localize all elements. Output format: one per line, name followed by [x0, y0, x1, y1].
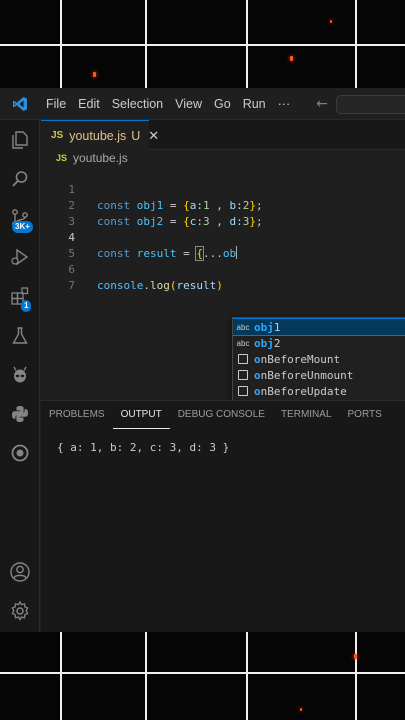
javascript-file-icon: JS: [56, 153, 68, 163]
run-debug-icon[interactable]: [0, 239, 40, 275]
symbol-box-icon: [235, 383, 251, 399]
explorer-icon[interactable]: [0, 122, 40, 158]
settings-gear-icon[interactable]: [0, 593, 40, 629]
breadcrumb-filename: youtube.js: [73, 151, 128, 165]
suggestion-item[interactable]: onBeforeUnmount: [233, 367, 405, 383]
grid-line: [355, 632, 357, 720]
menu-view[interactable]: View: [169, 88, 208, 120]
command-center-search[interactable]: [336, 95, 405, 114]
menu-selection[interactable]: Selection: [106, 88, 169, 120]
background-bottom: [0, 632, 405, 720]
spark: [330, 20, 332, 23]
menu-edit[interactable]: Edit: [72, 88, 106, 120]
suggestion-label: obj1: [254, 320, 281, 334]
line-number: 7: [68, 279, 75, 292]
spark: [354, 654, 357, 659]
panel-tabs: PROBLEMS OUTPUT DEBUG CONSOLE TERMINAL P…: [41, 401, 390, 429]
bottom-panel: PROBLEMS OUTPUT DEBUG CONSOLE TERMINAL P…: [41, 400, 405, 632]
output-text: { a: 1, b: 2, c: 3, d: 3 }: [57, 441, 230, 454]
abc-icon: abc: [236, 322, 250, 332]
tab-ports[interactable]: PORTS: [340, 401, 390, 429]
title-bar: File Edit Selection View Go Run ··· ← →: [0, 88, 405, 120]
spark: [300, 708, 302, 711]
alien-extension-icon[interactable]: [0, 357, 40, 393]
account-icon[interactable]: [0, 554, 40, 590]
suggestion-label: obj2: [254, 336, 281, 350]
untracked-status: U: [131, 128, 141, 143]
suggestion-label: onBeforeUpdate: [254, 384, 347, 398]
abc-icon: abc: [236, 338, 250, 348]
menu-go[interactable]: Go: [208, 88, 237, 120]
spark: [93, 72, 96, 77]
menu-file[interactable]: File: [40, 88, 72, 120]
testing-flask-icon[interactable]: [0, 318, 40, 354]
remote-record-icon[interactable]: [0, 435, 40, 471]
spark: [290, 56, 293, 61]
tab-filename: youtube.js: [69, 128, 127, 143]
menu-run[interactable]: Run: [237, 88, 272, 120]
code-line: 2 const obj2 = {c:3 , d:3};: [41, 182, 405, 228]
source-control-badge: 3K+: [12, 221, 33, 233]
grid-line: [246, 632, 248, 720]
vscode-logo-icon: [0, 88, 40, 120]
tab-output[interactable]: OUTPUT: [112, 402, 170, 429]
close-icon[interactable]: ✕: [148, 128, 159, 144]
code-line: 5: [41, 230, 405, 260]
editor-tabs: JS youtube.js U ✕: [41, 120, 405, 150]
symbol-box-icon: [235, 367, 251, 383]
tab-terminal[interactable]: TERMINAL: [273, 401, 340, 429]
tab-problems[interactable]: PROBLEMS: [41, 401, 113, 429]
tab-debug-console[interactable]: DEBUG CONSOLE: [170, 401, 273, 429]
suggestion-label: onBeforeMount: [254, 352, 341, 366]
vscode-window: File Edit Selection View Go Run ··· ← → …: [0, 88, 405, 632]
code-line: 7: [41, 262, 405, 292]
menu-more[interactable]: ···: [272, 88, 297, 120]
code-line-active: 4 const result = {...ob: [41, 214, 405, 261]
suggestion-item[interactable]: abc obj2: [233, 335, 405, 351]
grid-line: [355, 0, 357, 88]
suggestion-label: onBeforeUnmount: [254, 368, 354, 382]
javascript-file-icon: JS: [51, 130, 64, 141]
code-text: console.log(result): [97, 279, 223, 292]
grid-line: [145, 632, 147, 720]
suggestion-item[interactable]: onBeforeMount: [233, 351, 405, 367]
activity-bar: 3K+ 1: [0, 120, 40, 632]
python-icon[interactable]: [0, 396, 40, 432]
grid-line: [60, 0, 62, 88]
symbol-box-icon: [235, 351, 251, 367]
tab-youtube-js[interactable]: JS youtube.js U ✕: [41, 120, 159, 150]
code-line: 1 const obj1 = {a:1 , b:2};: [41, 166, 405, 212]
suggestion-item[interactable]: abc obj1: [233, 318, 405, 336]
code-line: 6 console.log(result): [41, 246, 405, 292]
grid-line: [145, 0, 147, 88]
grid-line: [60, 632, 62, 720]
breadcrumb[interactable]: JS youtube.js: [56, 151, 128, 165]
code-line: 3: [41, 198, 405, 228]
suggestion-item[interactable]: onBeforeUpdate: [233, 383, 405, 399]
background-top: [0, 0, 405, 88]
back-arrow-icon[interactable]: ←: [310, 96, 334, 112]
search-icon[interactable]: [0, 161, 40, 197]
grid-line: [246, 0, 248, 88]
extensions-icon[interactable]: [0, 278, 40, 314]
